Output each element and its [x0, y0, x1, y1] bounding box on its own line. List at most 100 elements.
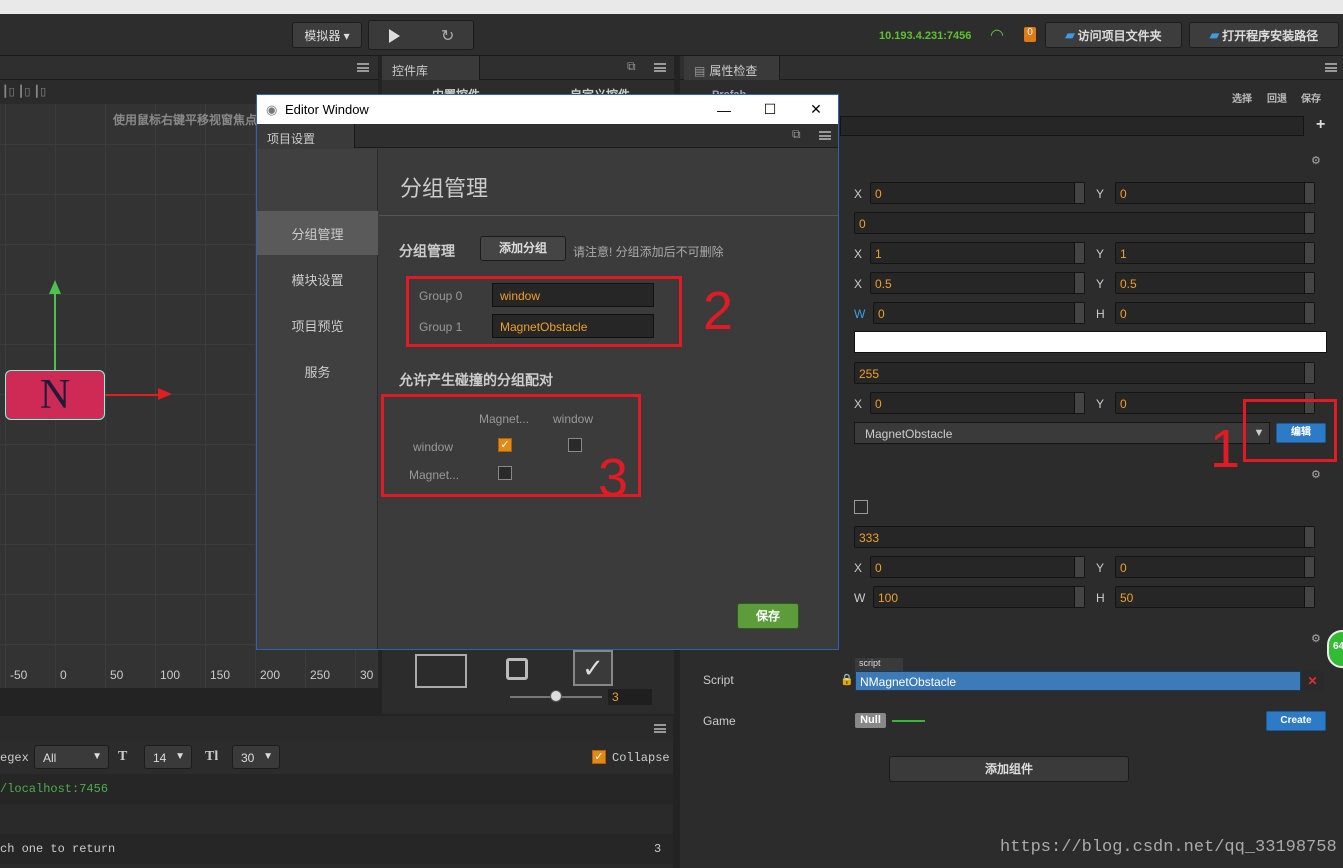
offset-y-field[interactable]: 0: [1115, 556, 1315, 578]
open-install-folder-button[interactable]: ▰ 打开程序安装路径: [1189, 22, 1339, 48]
notification-badge: 0: [1024, 27, 1036, 42]
toggle-widget-icon[interactable]: ✓: [573, 650, 613, 686]
lock-icon[interactable]: 🔒: [840, 673, 854, 686]
color-field[interactable]: [854, 331, 1327, 353]
ruler-label: 250: [310, 668, 331, 682]
gear-icon[interactable]: ⚙: [1311, 632, 1321, 645]
prefab-save-button[interactable]: 保存: [1301, 90, 1321, 105]
app-icon: ◉: [266, 102, 278, 117]
maximize-icon[interactable]: ☐: [747, 95, 793, 124]
popout-icon[interactable]: ⧉: [792, 127, 801, 142]
window-titlebar[interactable]: ◉ Editor Window — ☐ ✕: [257, 95, 838, 124]
menu-icon[interactable]: [654, 63, 666, 72]
line-height-select[interactable]: 30 ▼: [232, 745, 280, 769]
sidebar-item-modules[interactable]: 模块设置: [257, 257, 378, 301]
add-icon[interactable]: +: [1316, 116, 1325, 134]
layout-widget-icon[interactable]: [506, 658, 528, 680]
zoom-value[interactable]: 3: [608, 689, 652, 705]
prefab-select-button[interactable]: 选择: [1232, 90, 1252, 105]
tab-library[interactable]: 控件库: [382, 56, 480, 80]
anchor-x-field[interactable]: 0.5: [870, 272, 1085, 294]
h-label: H: [1096, 591, 1105, 605]
x-label: X: [854, 247, 863, 261]
popout-icon[interactable]: ⧉: [627, 59, 636, 74]
create-button[interactable]: Create: [1266, 711, 1326, 731]
add-component-button[interactable]: 添加组件: [889, 756, 1129, 782]
offset-x-field[interactable]: 0: [870, 556, 1085, 578]
log-count: 3: [654, 842, 662, 856]
sidebar-item-services[interactable]: 服务: [257, 349, 378, 393]
sensor-checkbox[interactable]: [854, 500, 868, 514]
tab-project-settings[interactable]: 项目设置: [257, 124, 355, 148]
skew-x-field[interactable]: 0: [870, 392, 1085, 414]
page-title: 分组管理: [400, 176, 489, 201]
console-panel: egex All ▼ T 14 ▼ Tl 30 ▼ ✓ Collapse /local…: [0, 716, 673, 868]
opacity-field[interactable]: 255: [854, 362, 1315, 384]
add-group-button[interactable]: 添加分组: [480, 236, 566, 261]
close-icon[interactable]: ✕: [1301, 671, 1324, 691]
scene-hint: 使用鼠标右键平移视窗焦点: [113, 113, 258, 127]
zoom-slider-handle[interactable]: [550, 690, 562, 702]
y-label: Y: [1096, 277, 1105, 291]
sprite-widget-icon[interactable]: [415, 654, 467, 688]
rotation-field[interactable]: 0: [854, 212, 1315, 234]
refresh-icon[interactable]: ↻: [441, 26, 454, 46]
open-project-folder-button[interactable]: ▰ 访问项目文件夹: [1045, 22, 1182, 48]
sidebar-item-preview[interactable]: 项目预览: [257, 303, 378, 347]
size-h-field[interactable]: 0: [1115, 302, 1315, 324]
line-height-icon: Tl: [205, 749, 219, 764]
collision-section-label: 允许产生碰撞的分组配对: [399, 372, 553, 388]
ruler-label: 100: [160, 668, 181, 682]
align-icons[interactable]: ┃▯ ┃▯ ┃▯: [2, 85, 46, 98]
y-label: Y: [1096, 397, 1105, 411]
close-icon[interactable]: ✕: [793, 95, 839, 124]
script-tag: script: [855, 658, 903, 671]
font-size-icon: T: [118, 749, 128, 764]
collapse-checkbox[interactable]: ✓: [592, 750, 606, 764]
group-note: 请注意! 分组添加后不可删除: [573, 245, 724, 259]
console-toolbar: egex All ▼ T 14 ▼ Tl 30 ▼ ✓ Collapse: [0, 740, 673, 774]
script-field[interactable]: NMagnetObstacle: [855, 671, 1301, 691]
box-h-field[interactable]: 50: [1115, 586, 1315, 608]
node-name-field[interactable]: [840, 116, 1304, 136]
anchor-y-field[interactable]: 0.5: [1115, 272, 1315, 294]
ruler-label: 150: [210, 668, 231, 682]
play-icon[interactable]: [389, 29, 400, 43]
tag-field[interactable]: 333: [854, 526, 1315, 548]
annotation-label-2: 2: [703, 281, 734, 341]
menu-icon[interactable]: [819, 131, 831, 140]
log-filter-select[interactable]: All ▼: [34, 745, 109, 769]
annotation-label-1: 1: [1210, 419, 1241, 479]
inspector-header: ▤属性检查器: [680, 56, 1343, 95]
annotation-label-3: 3: [598, 448, 629, 508]
box-w-field[interactable]: 100: [873, 586, 1085, 608]
menu-icon[interactable]: [357, 63, 369, 72]
simulator-dropdown[interactable]: 模拟器 ▾: [292, 22, 362, 48]
menu-icon[interactable]: [654, 724, 666, 733]
scale-x-field[interactable]: 1: [870, 242, 1085, 264]
gear-icon[interactable]: ⚙: [1311, 154, 1321, 167]
size-w-field[interactable]: 0: [873, 302, 1085, 324]
position-x-field[interactable]: 0: [870, 182, 1085, 204]
log-row[interactable]: /localhost:7456: [0, 774, 673, 804]
sidebar-item-groups[interactable]: 分组管理: [257, 211, 378, 255]
log-row[interactable]: [0, 804, 673, 834]
log-row[interactable]: ch one to return 3: [0, 834, 673, 864]
tab-inspector[interactable]: ▤属性检查器: [684, 56, 780, 95]
group-select[interactable]: MagnetObstacle: [854, 422, 1270, 444]
gear-icon[interactable]: ⚙: [1311, 468, 1321, 481]
x-arrow-icon: [158, 388, 172, 400]
position-y-field[interactable]: 0: [1115, 182, 1315, 204]
magnet-node[interactable]: N: [5, 370, 105, 420]
collapse-label: Collapse: [612, 751, 670, 765]
minimize-icon[interactable]: —: [701, 95, 747, 124]
scene-header: [0, 56, 378, 80]
ruler-label: 0: [60, 668, 67, 682]
w-label[interactable]: W: [854, 307, 865, 321]
scale-y-field[interactable]: 1: [1115, 242, 1315, 264]
prefab-revert-button[interactable]: 回退: [1267, 90, 1287, 105]
save-button[interactable]: 保存: [737, 603, 799, 629]
menu-icon[interactable]: [1325, 63, 1337, 72]
x-label: X: [854, 187, 863, 201]
font-size-select[interactable]: 14 ▼: [144, 745, 192, 769]
